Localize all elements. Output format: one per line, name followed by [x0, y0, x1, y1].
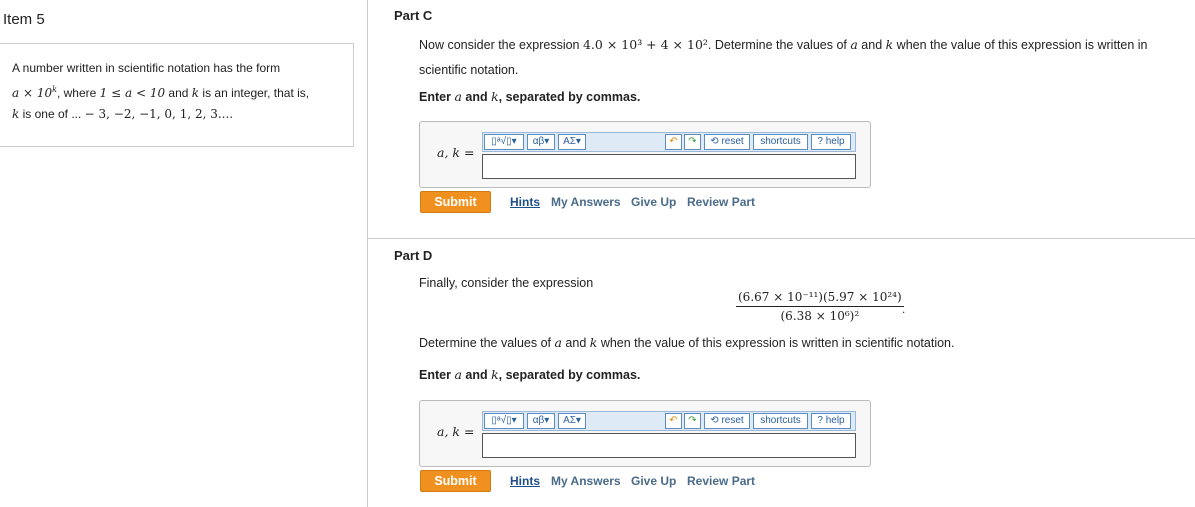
left-panel: Item 5 A number written in scientific no…	[0, 0, 368, 507]
part-d-intro: Finally, consider the expression	[419, 276, 594, 290]
symbols-button[interactable]: ΑΣ▾	[558, 134, 586, 150]
part-d-question: Determine the values of a and k when the…	[419, 335, 955, 350]
redo-icon[interactable]: ↷	[684, 413, 701, 429]
greek-button[interactable]: αβ▾	[527, 413, 555, 429]
shortcuts-button[interactable]: shortcuts	[753, 134, 808, 150]
part-c-expression: 4.0 × 10³ + 4 × 10²	[582, 37, 708, 52]
intro-line-1: A number written in scientific notation …	[12, 61, 281, 75]
part-d-hints-link[interactable]: Hints	[510, 474, 540, 488]
reset-button[interactable]: ⟲ reset	[704, 134, 750, 150]
math-toolbar: ▯ᵃ√▯▾ αβ▾ ΑΣ▾ ↶ ↷ ⟲ reset shortcuts ? he…	[482, 411, 856, 431]
divider	[368, 238, 1195, 239]
templates-button[interactable]: ▯ᵃ√▯▾	[484, 134, 524, 150]
part-d-fraction: (6.67 × 10⁻¹¹)(5.97 × 10²⁴) (6.38 × 10⁶)…	[736, 290, 904, 323]
form-expression: a × 10	[12, 86, 53, 100]
part-c-hints-link[interactable]: Hints	[510, 195, 540, 209]
part-c-review-part-link[interactable]: Review Part	[687, 195, 755, 209]
part-c-answer-input[interactable]	[482, 154, 856, 179]
undo-icon[interactable]: ↶	[665, 134, 682, 150]
answer-label: a, k =	[437, 145, 475, 160]
part-d-give-up-link[interactable]: Give Up	[631, 474, 676, 488]
shortcuts-button[interactable]: shortcuts	[753, 413, 808, 429]
part-d-submit-button[interactable]: Submit	[420, 470, 491, 492]
part-c-my-answers-link[interactable]: My Answers	[551, 195, 621, 209]
part-c-question-line2: scientific notation.	[419, 63, 519, 77]
fraction-denominator: (6.38 × 10⁶)²	[780, 309, 860, 323]
item-title: Item 5	[3, 11, 45, 28]
part-c-give-up-link[interactable]: Give Up	[631, 195, 676, 209]
part-c-title: Part C	[394, 8, 433, 23]
part-c-question: Now consider the expression 4.0 × 10³ + …	[419, 37, 1148, 52]
redo-icon[interactable]: ↷	[684, 134, 701, 150]
help-button[interactable]: ? help	[811, 134, 851, 150]
intro-line-3: k is one of ... − 3, −2, −1, 0, 1, 2, 3.…	[12, 107, 234, 121]
part-c-answer-box: a, k = ▯ᵃ√▯▾ αβ▾ ΑΣ▾ ↶ ↷ ⟲ reset shortcu…	[419, 121, 871, 188]
part-d-review-part-link[interactable]: Review Part	[687, 474, 755, 488]
help-button[interactable]: ? help	[811, 413, 851, 429]
answer-label: a, k =	[437, 424, 475, 439]
symbols-button[interactable]: ΑΣ▾	[558, 413, 586, 429]
part-d-instruction: Enter a and k, separated by commas.	[419, 367, 641, 382]
part-d-answer-input[interactable]	[482, 433, 856, 458]
part-c-submit-button[interactable]: Submit	[420, 191, 491, 213]
greek-button[interactable]: αβ▾	[527, 134, 555, 150]
intro-box: A number written in scientific notation …	[0, 43, 354, 147]
fraction-numerator: (6.67 × 10⁻¹¹)(5.97 × 10²⁴)	[736, 290, 904, 307]
part-d-answer-box: a, k = ▯ᵃ√▯▾ αβ▾ ΑΣ▾ ↶ ↷ ⟲ reset shortcu…	[419, 400, 871, 467]
fraction-period: .	[902, 302, 906, 316]
intro-line-2: a × 10k, where 1 ≤ a < 10 and k is an in…	[12, 85, 310, 100]
templates-button[interactable]: ▯ᵃ√▯▾	[484, 413, 524, 429]
inequality: 1 ≤ a < 10	[99, 86, 166, 100]
undo-icon[interactable]: ↶	[665, 413, 682, 429]
integer-list: − 3, −2, −1, 0, 1, 2, 3....	[84, 107, 234, 121]
math-toolbar: ▯ᵃ√▯▾ αβ▾ ΑΣ▾ ↶ ↷ ⟲ reset shortcuts ? he…	[482, 132, 856, 152]
part-c-instruction: Enter a and k, separated by commas.	[419, 89, 641, 104]
part-d-title: Part D	[394, 248, 433, 263]
part-d-my-answers-link[interactable]: My Answers	[551, 474, 621, 488]
reset-button[interactable]: ⟲ reset	[704, 413, 750, 429]
